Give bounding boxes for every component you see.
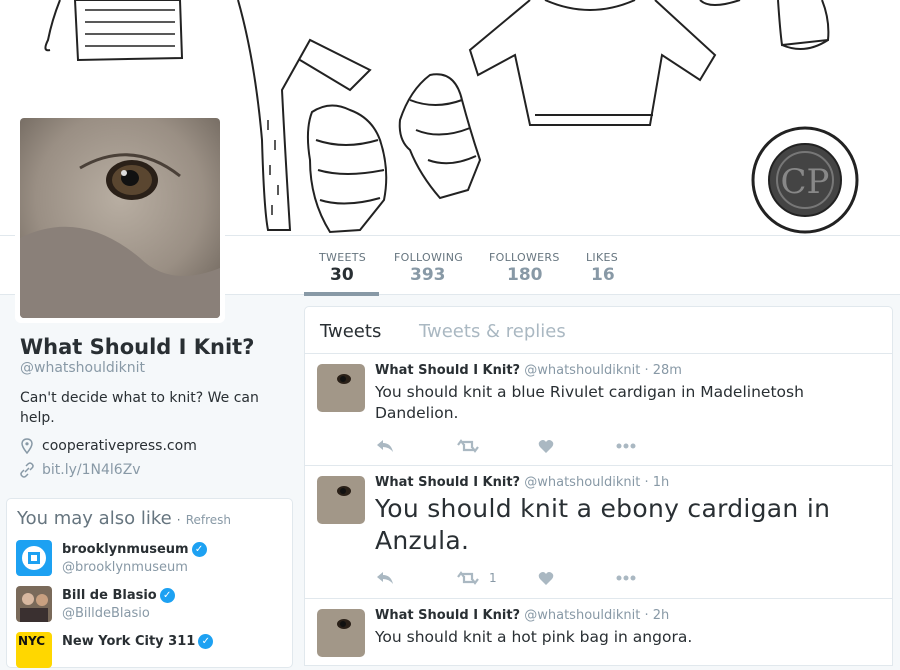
tweet[interactable]: What Should I Knit? @whatshouldiknit · 2… [305,599,892,665]
suggestion-name[interactable]: New York City 311 ✓ [62,634,214,649]
stat-followers-label: FOLLOWERS [489,251,560,264]
tweet-actions [375,436,675,456]
profile-url-link[interactable]: bit.ly/1N4l6Zv [42,462,141,478]
like-heart-icon[interactable] [538,568,564,588]
suggestion-name-text: New York City 311 [62,634,196,649]
tweet-avatar[interactable] [317,364,365,412]
profile-avatar[interactable] [15,113,225,323]
stat-following-label: FOLLOWING [394,251,464,264]
suggestion-item[interactable]: NYC New York City 311 ✓ [16,632,286,670]
stat-following[interactable]: FOLLOWING 393 [394,236,474,296]
tweet-header: What Should I Knit? @whatshouldiknit · 2… [375,608,669,623]
wtf-refresh-link[interactable]: Refresh [186,513,231,527]
tab-tweets-and-replies[interactable]: Tweets & replies [419,321,566,342]
tweet-header: What Should I Knit? @whatshouldiknit · 1… [375,475,669,490]
suggestion-name[interactable]: Bill de Blasio ✓ [62,588,175,603]
verified-badge-icon: ✓ [198,634,214,649]
reply-icon[interactable] [375,568,395,588]
like-heart-icon[interactable] [538,436,564,456]
suggestion-item[interactable]: Bill de Blasio ✓ @BilldeBlasio [16,586,286,624]
profile-handle[interactable]: @whatshouldiknit [20,360,290,376]
link-icon [20,462,34,478]
tweet-avatar[interactable] [317,609,365,657]
suggestion-handle: @BilldeBlasio [62,606,150,621]
location-pin-icon [20,438,34,455]
verified-badge-icon: ✓ [159,588,175,603]
brooklynmuseum-avatar[interactable] [16,540,52,576]
stat-following-value: 393 [410,265,446,285]
profile-url-row: bit.ly/1N4l6Zv [20,462,290,478]
timeline-tabs: Tweets Tweets & replies [305,307,892,354]
retweet-icon[interactable]: 1 [457,568,497,588]
suggestion-name-text: brooklynmuseum [62,542,189,557]
stat-tweets-value: 30 [330,265,354,285]
wtf-title: You may also like [17,508,172,529]
tweet[interactable]: What Should I Knit? @whatshouldiknit · 1… [305,466,892,599]
tweet[interactable]: What Should I Knit? @whatshouldiknit · 2… [305,354,892,466]
tweet-header: What Should I Knit? @whatshouldiknit · 2… [375,363,682,378]
profile-name[interactable]: What Should I Knit? [20,334,290,360]
billdeblasio-avatar[interactable] [16,586,52,622]
verified-badge-icon: ✓ [191,542,207,557]
retweet-count: 1 [489,571,497,585]
tweet-timestamp[interactable]: · 1h [644,475,669,490]
nyc311-avatar[interactable]: NYC [16,632,52,668]
tweet-text: You should knit a blue Rivulet cardigan … [375,383,804,422]
profile-location: cooperativepress.com [42,438,197,454]
stat-tweets-label: TWEETS [319,251,366,264]
suggestion-item[interactable]: brooklynmuseum ✓ @brooklynmuseum [16,540,286,578]
tweet-author-handle[interactable]: @whatshouldiknit [524,363,640,378]
reply-icon[interactable] [375,436,395,456]
more-options-icon[interactable] [616,568,636,588]
stat-likes-label: LIKES [586,251,619,264]
tweet-timestamp[interactable]: · 28m [644,363,681,378]
suggestion-name-text: Bill de Blasio [62,588,157,603]
profile-location-row: cooperativepress.com [20,438,290,455]
tweet-timestamp[interactable]: · 2h [644,608,669,623]
stat-followers[interactable]: FOLLOWERS 180 [489,236,569,296]
tweet-author-name[interactable]: What Should I Knit? [375,608,520,623]
retweet-icon[interactable] [457,436,489,456]
tweet-author-name[interactable]: What Should I Knit? [375,363,520,378]
tweet-author-name[interactable]: What Should I Knit? [375,475,520,490]
who-to-follow-module: You may also like · Refresh brooklynmuse… [6,498,293,668]
tweet-author-handle[interactable]: @whatshouldiknit [524,475,640,490]
nyc311-avatar-text: NYC [18,634,46,648]
profile-card: What Should I Knit? @whatshouldiknit Can… [20,334,290,478]
stat-tweets[interactable]: TWEETS 30 [304,236,379,296]
profile-bio: Can't decide what to knit? We can help. [20,390,259,426]
goat-eye-photo [20,118,220,318]
tweet-text: You should knit a hot pink bag in angora… [375,628,693,646]
stat-likes-value: 16 [591,265,615,285]
tweet-author-handle[interactable]: @whatshouldiknit [524,608,640,623]
timeline: Tweets Tweets & replies What Should I Kn… [304,306,893,666]
tweet-avatar[interactable] [317,476,365,524]
more-options-icon[interactable] [616,436,636,456]
cp-logo-text: CP [781,162,830,202]
tab-tweets[interactable]: Tweets [320,321,381,342]
tweet-text: You should knit a ebony cardigan in Anzu… [375,494,831,555]
stat-likes[interactable]: LIKES 16 [586,236,636,296]
wtf-separator: · [176,513,181,527]
stat-followers-value: 180 [507,265,543,285]
suggestion-name[interactable]: brooklynmuseum ✓ [62,542,207,557]
tweet-actions: 1 [375,568,675,588]
suggestion-handle: @brooklynmuseum [62,560,188,575]
